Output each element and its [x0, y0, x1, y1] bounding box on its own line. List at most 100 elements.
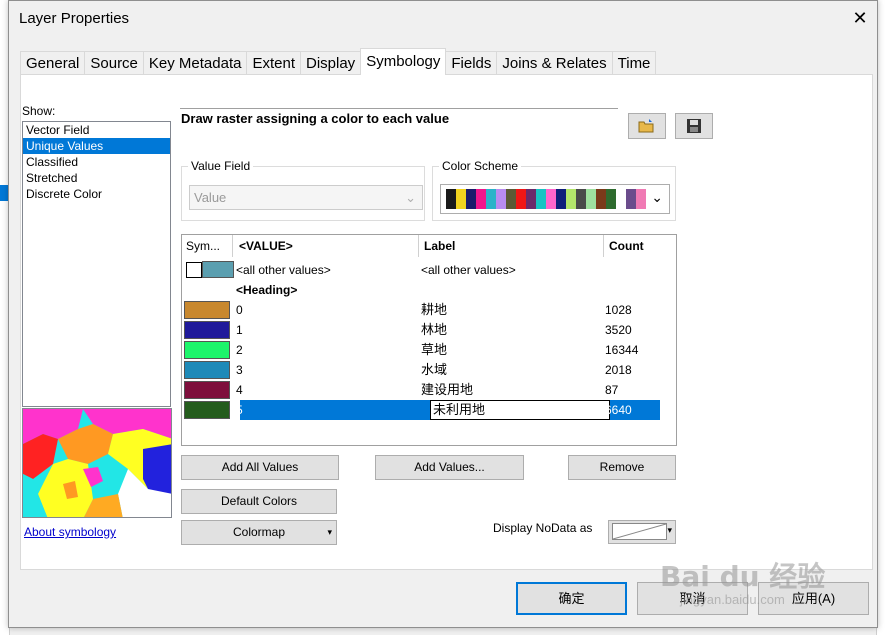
symbol-swatch[interactable] — [184, 301, 230, 319]
colormap-button[interactable]: Colormap ▾ — [181, 520, 337, 545]
symbol-swatch[interactable] — [184, 381, 230, 399]
heading-label: <Heading> — [236, 283, 298, 297]
symbol-swatch[interactable] — [184, 341, 230, 359]
color-scheme-select[interactable]: ⌄ — [440, 184, 670, 214]
value-cell: 4 — [236, 383, 243, 397]
color-ramp-swatch — [466, 189, 476, 209]
table-row-heading[interactable]: <Heading> — [182, 280, 660, 300]
color-ramp-swatch — [616, 189, 626, 209]
value-cell: 0 — [236, 303, 243, 317]
color-ramp-swatch — [486, 189, 496, 209]
default-colors-button[interactable]: Default Colors — [181, 489, 337, 514]
save-button[interactable] — [675, 113, 713, 139]
tab-symbology[interactable]: Symbology — [360, 48, 447, 75]
other-values-checkbox[interactable] — [186, 262, 202, 278]
tab-time[interactable]: Time — [611, 51, 657, 75]
color-ramp-swatch — [476, 189, 486, 209]
value-cell: 1 — [236, 323, 243, 337]
value-field-label: Value Field — [188, 159, 254, 173]
count-cell: 6640 — [605, 403, 632, 417]
watermark-url: jingyan.baidu.com — [680, 592, 785, 607]
symbol-swatch[interactable] — [184, 401, 230, 419]
label-cell: 水域 — [421, 362, 448, 377]
label-cell: 建设用地 — [421, 382, 474, 397]
show-item-vector-field[interactable]: Vector Field — [23, 122, 170, 138]
other-values-value: <all other values> — [236, 263, 331, 277]
color-ramp-swatch — [606, 189, 616, 209]
label-edit-input[interactable]: 未利用地 — [430, 400, 610, 420]
show-item-discrete-color[interactable]: Discrete Color — [23, 186, 170, 202]
show-item-classified[interactable]: Classified — [23, 154, 170, 170]
color-ramp-swatch — [586, 189, 596, 209]
color-scheme-label: Color Scheme — [439, 159, 522, 173]
label-cell: 林地 — [421, 322, 448, 337]
colormap-label: Colormap — [232, 525, 286, 539]
header-separator — [603, 235, 604, 257]
tab-general[interactable]: General — [20, 51, 86, 75]
value-field-select[interactable]: Value ⌄ — [189, 185, 423, 210]
count-cell: 16344 — [605, 343, 639, 357]
tab-fields[interactable]: Fields — [445, 51, 498, 75]
tab-source[interactable]: Source — [84, 51, 144, 75]
col-label-header[interactable]: Label — [420, 235, 602, 257]
header-separator — [232, 235, 233, 257]
show-item-stretched[interactable]: Stretched — [23, 170, 170, 186]
add-values-button[interactable]: Add Values... — [375, 455, 524, 480]
col-value-header[interactable]: <VALUE> — [235, 235, 418, 257]
show-list[interactable]: Vector Field Unique Values Classified Stret… — [22, 121, 171, 407]
tab-key-metadata[interactable]: Key Metadata — [142, 51, 248, 75]
label-cell: 草地 — [421, 342, 448, 357]
symbol-swatch[interactable] — [184, 361, 230, 379]
color-ramp-swatch — [596, 189, 606, 209]
table-row[interactable]: 5 未利用地 6640 — [182, 400, 660, 420]
color-ramp-swatch — [506, 189, 516, 209]
color-ramp-swatch — [546, 189, 556, 209]
chevron-down-icon: ⌄ — [405, 190, 416, 205]
table-row[interactable]: 2 草地 16344 — [182, 340, 660, 360]
value-cell: 3 — [236, 363, 243, 377]
table-row[interactable]: 1 林地 3520 — [182, 320, 660, 340]
add-all-values-button[interactable]: Add All Values — [181, 455, 339, 480]
dropdown-arrow-icon: ▾ — [667, 525, 672, 535]
col-symbol-header[interactable]: Sym... — [182, 235, 232, 257]
nodata-color-picker[interactable]: ▾ — [608, 520, 676, 544]
close-icon[interactable]: ✕ — [849, 7, 871, 29]
chevron-down-icon: ⌄ — [651, 189, 663, 205]
count-cell: 3520 — [605, 323, 632, 337]
color-ramp-swatch — [456, 189, 466, 209]
color-ramp-swatch — [626, 189, 636, 209]
unique-values-table[interactable]: Sym... <VALUE> Label Count <all other va… — [181, 234, 677, 446]
other-values-label: <all other values> — [421, 263, 516, 277]
count-cell: 1028 — [605, 303, 632, 317]
color-ramp-swatch — [556, 189, 566, 209]
col-count-header[interactable]: Count — [605, 235, 655, 257]
table-row[interactable]: 0 耕地 1028 — [182, 300, 660, 320]
table-row-other[interactable]: <all other values> <all other values> — [182, 260, 660, 280]
tab-extent[interactable]: Extent — [246, 51, 301, 75]
color-ramp-swatch — [576, 189, 586, 209]
tab-display[interactable]: Display — [300, 51, 362, 75]
remove-button[interactable]: Remove — [568, 455, 676, 480]
value-field-value: Value — [194, 190, 227, 205]
other-values-swatch[interactable] — [202, 261, 234, 278]
count-cell: 87 — [605, 383, 619, 397]
about-symbology-link[interactable]: About symbology — [24, 525, 116, 539]
dropdown-arrow-icon: ▾ — [327, 527, 332, 537]
table-row[interactable]: 4 建设用地 87 — [182, 380, 660, 400]
folder-open-icon — [638, 119, 654, 133]
value-cell: 5 — [236, 403, 243, 417]
ok-button[interactable]: 确定 — [516, 582, 627, 615]
open-file-button[interactable] — [628, 113, 666, 139]
tab-bar: General Source Key Metadata Extent Display Sy… — [20, 48, 657, 75]
color-ramp-swatch — [496, 189, 506, 209]
tab-joins-relates[interactable]: Joins & Relates — [496, 51, 613, 75]
symbol-swatch[interactable] — [184, 321, 230, 339]
table-row[interactable]: 3 水域 2018 — [182, 360, 660, 380]
show-item-unique-values[interactable]: Unique Values — [23, 138, 170, 154]
label-cell: 耕地 — [421, 302, 448, 317]
color-ramp-swatch — [446, 189, 456, 209]
color-ramp-swatch — [516, 189, 526, 209]
dialog-title: Layer Properties — [19, 10, 130, 27]
color-ramp-swatch — [566, 189, 576, 209]
count-cell: 2018 — [605, 363, 632, 377]
